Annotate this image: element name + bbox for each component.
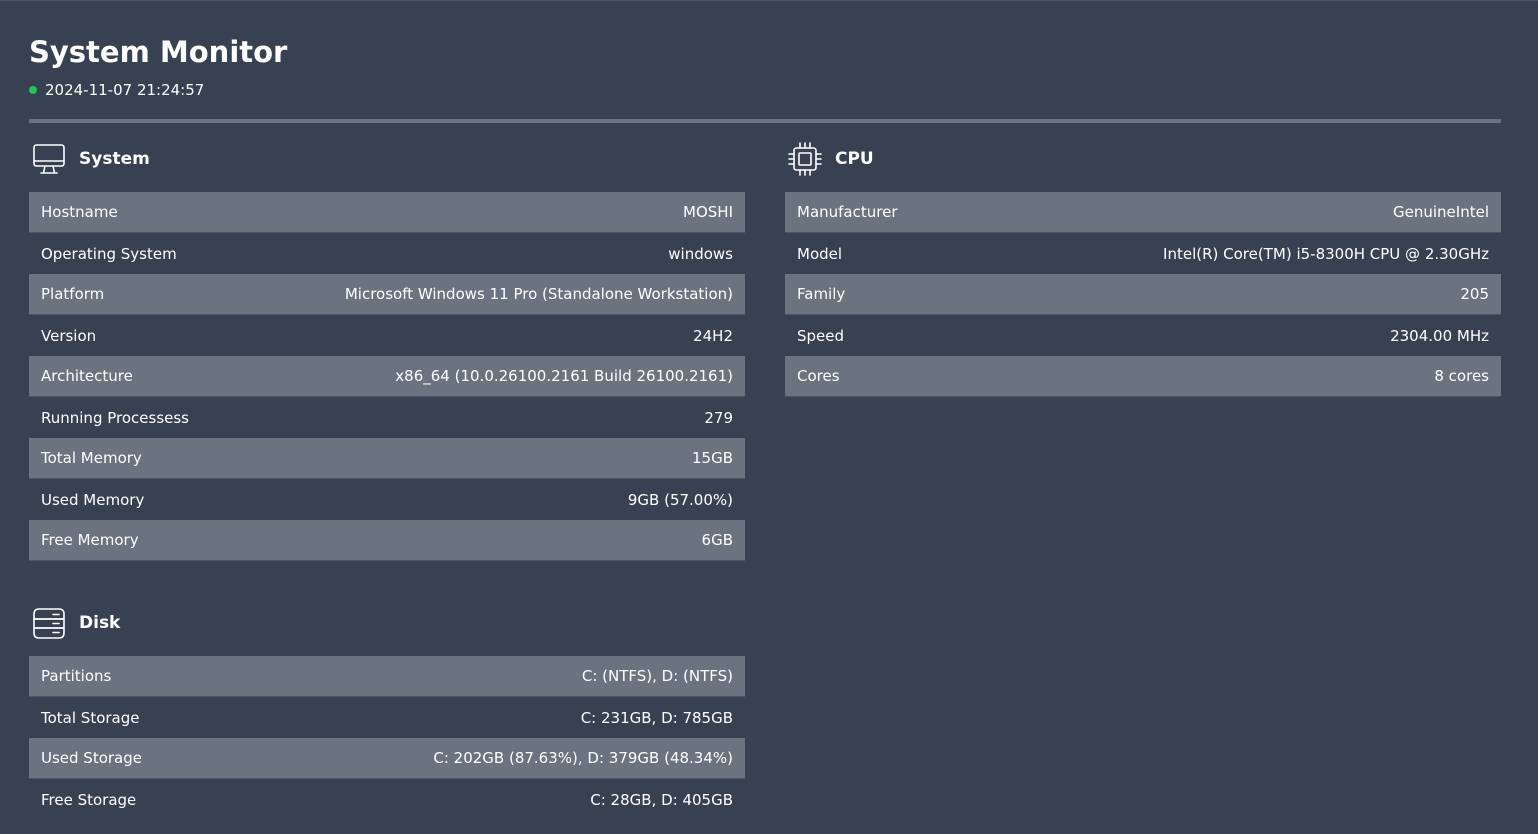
cpu-section-header: CPU: [785, 139, 1501, 179]
system-section: System Hostname MOSHI Operating System wind…: [29, 139, 745, 561]
info-row-label: Speed: [797, 326, 845, 345]
cpu-section: CPU Manufacturer GenuineIntel Model Intel(R…: [785, 139, 1501, 397]
status-indicator-dot: [29, 86, 37, 94]
system-section-header: System: [29, 139, 745, 179]
info-row: Used Storage C: 202GB (87.63%), D: 379GB …: [29, 738, 745, 779]
system-info-table: Hostname MOSHI Operating System windows Plat…: [29, 192, 745, 561]
info-row-label: Family: [797, 285, 846, 303]
info-row-label: Free Memory: [41, 531, 139, 549]
info-row-label: Architecture: [41, 367, 133, 385]
info-row-label: Used Memory: [41, 490, 145, 509]
timestamp: 2024-11-07 21:24:57: [45, 81, 205, 99]
info-row: Family 205: [785, 274, 1501, 315]
info-row-value: 205: [1460, 285, 1489, 303]
system-section-title: System: [79, 149, 150, 169]
info-row: Running Processess 279: [29, 397, 745, 438]
info-row: Model Intel(R) Core(TM) i5-8300H CPU @ 2.…: [785, 233, 1501, 274]
info-row-value: 9GB (57.00%): [627, 490, 733, 509]
info-row-label: Cores: [797, 367, 840, 385]
disk-section: Disk Partitions C: (NTFS), D: (NTFS) Total…: [29, 603, 745, 820]
info-row: Cores 8 cores: [785, 356, 1501, 397]
disk-info-table: Partitions C: (NTFS), D: (NTFS) Total Stor…: [29, 656, 745, 820]
info-row-value: Intel(R) Core(TM) i5-8300H CPU @ 2.30GHz: [1163, 244, 1489, 263]
info-row: Platform Microsoft Windows 11 Pro (Standa…: [29, 274, 745, 315]
info-row: Total Memory 15GB: [29, 438, 745, 479]
header-divider: [29, 119, 1501, 123]
info-row: Partitions C: (NTFS), D: (NTFS): [29, 656, 745, 697]
page-title: System Monitor: [29, 35, 288, 69]
info-row-value: 15GB: [691, 449, 733, 467]
info-row-label: Model: [797, 244, 843, 263]
info-row-value: C: 231GB, D: 785GB: [580, 708, 733, 727]
info-row-label: Running Processess: [41, 408, 189, 427]
info-row: Operating System windows: [29, 233, 745, 274]
cpu-info-table: Manufacturer GenuineIntel Model Intel(R) Co…: [785, 192, 1501, 397]
disk-section-header: Disk: [29, 603, 745, 643]
info-row-value: GenuineIntel: [1393, 203, 1489, 221]
info-row-value: C: 28GB, D: 405GB: [590, 790, 733, 809]
info-row-label: Manufacturer: [797, 203, 898, 221]
info-row-label: Free Storage: [41, 790, 137, 809]
info-row-label: Operating System: [41, 244, 177, 263]
info-row: Free Memory 6GB: [29, 520, 745, 561]
storage-icon: [31, 605, 67, 641]
info-row-label: Partitions: [41, 667, 112, 685]
system-monitor-page: System Monitor 2024-11-07 21:24:57 Syste…: [0, 1, 1538, 834]
info-row-value: 8 cores: [1434, 367, 1489, 385]
info-row-value: MOSHI: [683, 203, 733, 221]
info-row-label: Version: [41, 326, 97, 345]
info-row: Version 24H2: [29, 315, 745, 356]
info-row: Hostname MOSHI: [29, 192, 745, 233]
info-row-label: Total Memory: [41, 449, 142, 467]
info-row-label: Total Storage: [41, 708, 140, 727]
info-row-value: 24H2: [693, 326, 733, 345]
info-row: Total Storage C: 231GB, D: 785GB: [29, 697, 745, 738]
info-row: Manufacturer GenuineIntel: [785, 192, 1501, 233]
info-row: Architecture x86_64 (10.0.26100.2161 Buil…: [29, 356, 745, 397]
cpu-icon: [787, 141, 823, 177]
info-row-label: Platform: [41, 285, 105, 303]
info-row-value: 279: [704, 408, 733, 427]
info-row-value: C: (NTFS), D: (NTFS): [581, 667, 733, 685]
info-row: Speed 2304.00 MHz: [785, 315, 1501, 356]
info-row-value: 6GB: [701, 531, 733, 549]
info-row-value: 2304.00 MHz: [1390, 326, 1489, 345]
cpu-section-title: CPU: [835, 149, 874, 169]
info-row-label: Used Storage: [41, 749, 143, 767]
info-row: Free Storage C: 28GB, D: 405GB: [29, 779, 745, 820]
info-row-value: C: 202GB (87.63%), D: 379GB (48.34%): [433, 749, 733, 767]
info-row: Used Memory 9GB (57.00%): [29, 479, 745, 520]
disk-section-title: Disk: [79, 613, 121, 633]
info-row-value: windows: [668, 244, 733, 263]
info-row-value: x86_64 (10.0.26100.2161 Build 26100.2161…: [395, 367, 733, 385]
status-line: 2024-11-07 21:24:57: [29, 81, 204, 99]
info-row-value: Microsoft Windows 11 Pro (Standalone Wor…: [344, 285, 733, 303]
info-row-label: Hostname: [41, 203, 118, 221]
monitor-icon: [31, 141, 67, 177]
